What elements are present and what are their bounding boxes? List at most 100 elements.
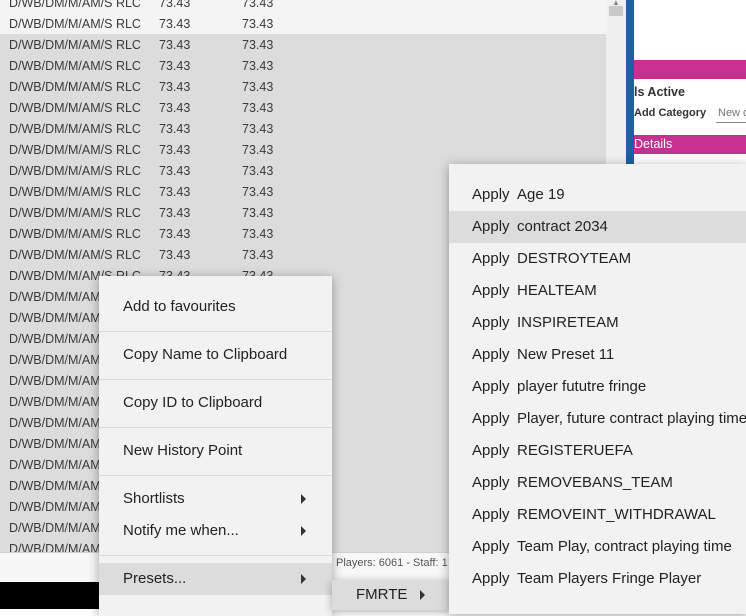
right-panel: ls Active Add Category Details: [634, 0, 746, 180]
preset-apply-label: Apply: [472, 378, 510, 395]
rating-cell: 73.43: [159, 122, 191, 136]
rating-cell: 73.43: [242, 0, 274, 10]
menu-separator: [99, 331, 332, 332]
preset-name: Age 19: [517, 186, 565, 203]
preset-apply-label: Apply: [472, 538, 510, 555]
rating-cell: 73.43: [242, 248, 274, 262]
rating-cell: 73.43: [159, 80, 191, 94]
rating-cell: 73.43: [242, 227, 274, 241]
table-row[interactable]: D/WB/DM/M/AM/S RLC 73.43 73.43: [0, 0, 606, 13]
position-cell: D/WB/DM/M/AM/S RLC: [9, 143, 141, 157]
position-cell: D/WB/DM/M/AM/S RLC: [9, 101, 141, 115]
position-cell: D/WB/DM/M/AM/S RLC: [9, 0, 141, 10]
menu-item-shortlists[interactable]: Shortlists: [99, 483, 332, 515]
table-row[interactable]: D/WB/DM/M/AM/S RLC 73.43 73.43: [0, 34, 606, 55]
table-row[interactable]: D/WB/DM/M/AM/S RLC 73.43 73.43: [0, 13, 606, 34]
submenu-arrow-icon: [301, 494, 306, 504]
preset-apply-label: Apply: [472, 186, 510, 203]
preset-item[interactable]: Apply Team Play, contract playing time: [449, 531, 746, 563]
position-cell: D/WB/DM/M/AM/S RLC: [9, 206, 141, 220]
preset-apply-label: Apply: [472, 410, 510, 427]
preset-item[interactable]: Apply Age 19: [449, 179, 746, 211]
preset-item[interactable]: Apply REMOVEBANS_TEAM: [449, 467, 746, 499]
panel-label: ls Active: [634, 85, 685, 99]
table-row[interactable]: D/WB/DM/M/AM/S RLC 73.43 73.43: [0, 118, 606, 139]
position-cell: D/WB/DM/M/AM/S RLC: [9, 227, 141, 241]
panel-header-bar: [634, 60, 746, 79]
preset-item[interactable]: Apply contract 2034: [449, 211, 746, 243]
position-cell: D/WB/DM/M/AM/S RLC: [9, 248, 141, 262]
menu-separator: [99, 379, 332, 380]
preset-item[interactable]: Apply New Preset 11: [449, 339, 746, 371]
new-category-input[interactable]: [716, 104, 746, 123]
preset-name: contract 2034: [517, 218, 608, 235]
preset-name: player fututre fringe: [517, 378, 647, 395]
preset-item[interactable]: Apply DESTROYTEAM: [449, 243, 746, 275]
preset-item[interactable]: Apply Team Players Fringe Player: [449, 563, 746, 595]
rating-cell: 73.43: [242, 164, 274, 178]
preset-apply-label: Apply: [472, 346, 510, 363]
preset-name: Team Players Fringe Player: [517, 570, 702, 587]
preset-name: Player, future contract playing time: [517, 410, 746, 427]
table-row[interactable]: D/WB/DM/M/AM/S RLC 73.43 73.43: [0, 139, 606, 160]
preset-apply-label: Apply: [472, 442, 510, 459]
preset-apply-label: Apply: [472, 506, 510, 523]
position-cell: D/WB/DM/M/AM/S RLC: [9, 59, 141, 73]
fmrte-presets-menu: Apply Age 19 Apply contract 2034 Apply DESTRO…: [449, 164, 746, 614]
preset-item[interactable]: Apply REGISTERUEFA: [449, 435, 746, 467]
menu-item-presets[interactable]: Presets...: [99, 563, 332, 595]
rating-cell: 73.43: [242, 17, 274, 31]
rating-cell: 73.43: [159, 206, 191, 220]
preset-item[interactable]: Apply INSPIRETEAM: [449, 307, 746, 339]
scroll-thumb[interactable]: [609, 6, 623, 16]
rating-cell: 73.43: [242, 101, 274, 115]
preset-name: REMOVEBANS_TEAM: [517, 474, 673, 491]
rating-cell: 73.43: [159, 248, 191, 262]
menu-item-label: Presets...: [123, 570, 187, 587]
presets-submenu: FMRTE: [332, 580, 450, 610]
menu-item-label: Copy Name to Clipboard: [123, 346, 288, 363]
rating-cell: 73.43: [242, 206, 274, 220]
preset-item[interactable]: Apply REMOVEINT_WITHDRAWAL: [449, 499, 746, 531]
preset-apply-label: Apply: [472, 314, 510, 331]
rating-cell: 73.43: [159, 185, 191, 199]
preset-item[interactable]: Apply player fututre fringe: [449, 371, 746, 403]
menu-item-new-history-point[interactable]: New History Point: [99, 435, 332, 467]
position-cell: D/WB/DM/M/AM/S RLC: [9, 164, 141, 178]
position-cell: D/WB/DM/M/AM/S RLC: [9, 122, 141, 136]
position-cell: D/WB/DM/M/AM/S RLC: [9, 38, 141, 52]
rating-cell: 73.43: [242, 122, 274, 136]
preset-name: DESTROYTEAM: [517, 250, 632, 267]
submenu-arrow-icon: [301, 526, 306, 536]
menu-item-fmrte[interactable]: FMRTE: [332, 580, 450, 610]
rating-cell: 73.43: [159, 101, 191, 115]
menu-item-notify-me-when[interactable]: Notify me when...: [99, 515, 332, 547]
submenu-arrow-icon: [301, 574, 306, 584]
status-text: Players: 6061 - Staff: 1: [336, 557, 448, 569]
menu-item-label: Copy ID to Clipboard: [123, 394, 263, 411]
menu-item-label: FMRTE: [356, 586, 408, 603]
table-row[interactable]: D/WB/DM/M/AM/S RLC 73.43 73.43: [0, 97, 606, 118]
submenu-arrow-icon: [420, 590, 425, 600]
preset-item[interactable]: Apply Player, future contract playing tim…: [449, 403, 746, 435]
preset-apply-label: Apply: [472, 218, 510, 235]
rating-cell: 73.43: [242, 59, 274, 73]
preset-name: INSPIRETEAM: [517, 314, 619, 331]
menu-item-copy-name[interactable]: Copy Name to Clipboard: [99, 339, 332, 371]
details-header[interactable]: Details: [634, 135, 746, 154]
preset-apply-label: Apply: [472, 474, 510, 491]
rating-cell: 73.43: [159, 143, 191, 157]
menu-item-add-to-favourites[interactable]: Add to favourites: [99, 291, 332, 323]
preset-name: REGISTERUEFA: [517, 442, 633, 459]
preset-item[interactable]: Apply HEALTEAM: [449, 275, 746, 307]
preset-apply-label: Apply: [472, 282, 510, 299]
table-row[interactable]: D/WB/DM/M/AM/S RLC 73.43 73.43: [0, 76, 606, 97]
context-menu: Add to favourites Copy Name to Clipboard…: [99, 276, 332, 616]
rating-cell: 73.43: [159, 227, 191, 241]
position-cell: D/WB/DM/M/AM/S RLC: [9, 185, 141, 199]
menu-item-copy-id[interactable]: Copy ID to Clipboard: [99, 387, 332, 419]
rating-cell: 73.43: [242, 185, 274, 199]
preset-name: REMOVEINT_WITHDRAWAL: [517, 506, 716, 523]
table-row[interactable]: D/WB/DM/M/AM/S RLC 73.43 73.43: [0, 55, 606, 76]
rating-cell: 73.43: [159, 38, 191, 52]
